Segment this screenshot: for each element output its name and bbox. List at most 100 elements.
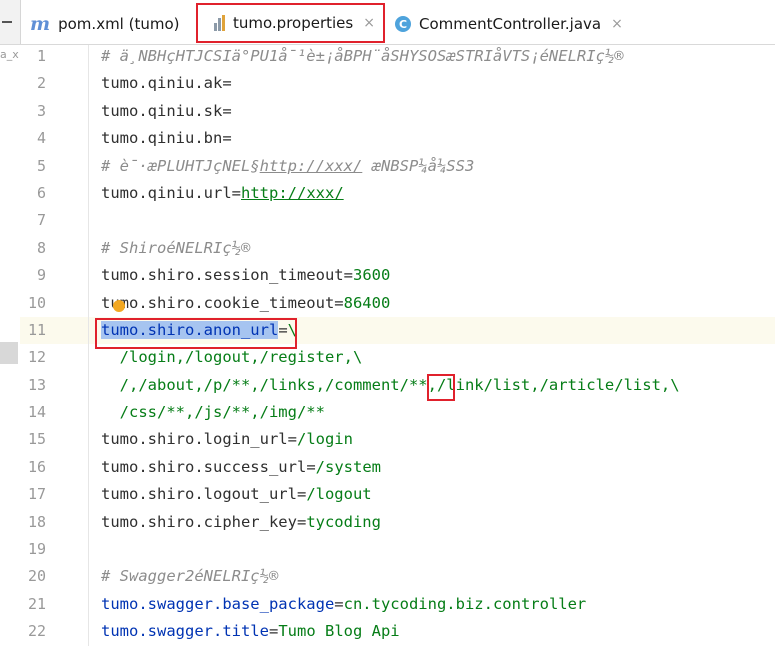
code-token: cn.tycoding.biz.controller bbox=[343, 594, 587, 613]
code-token: 3600 bbox=[352, 266, 391, 285]
code-token: = bbox=[343, 266, 353, 285]
code-text: tumo.qiniu.bn= bbox=[101, 125, 232, 152]
line-number: 9 bbox=[36, 266, 46, 285]
code-line[interactable]: 15 tumo.shiro.login_url=/login bbox=[0, 426, 775, 453]
code-line[interactable]: 6 tumo.qiniu.url=http://xxx/ bbox=[0, 180, 775, 207]
code-line[interactable]: 18 tumo.shiro.cipher_key=tycoding bbox=[0, 509, 775, 536]
code-token: tumo.qiniu.ak bbox=[101, 74, 223, 93]
tab-comment-controller[interactable]: C CommentController.java × bbox=[395, 4, 623, 44]
code-token: /,/about,/p/**,/links,/comment/**,/link/… bbox=[101, 375, 680, 394]
code-text: tumo.qiniu.url=http://xxx/ bbox=[101, 180, 344, 207]
line-number: 2 bbox=[36, 74, 46, 93]
code-line[interactable]: 3 tumo.qiniu.sk= bbox=[0, 98, 775, 125]
code-token: # è¯·æPLUHTJçNEL§ bbox=[101, 156, 260, 175]
code-line[interactable]: 4 tumo.qiniu.bn= bbox=[0, 125, 775, 152]
code-token: /login bbox=[296, 430, 353, 449]
code-token: = bbox=[222, 101, 232, 120]
code-line[interactable]: 11 tumo.shiro.anon_url=\ bbox=[0, 317, 775, 344]
code-token: /system bbox=[315, 457, 381, 476]
code-token: = bbox=[231, 183, 241, 202]
close-icon[interactable]: × bbox=[363, 15, 375, 31]
code-line[interactable]: 17 tumo.shiro.logout_url=/logout bbox=[0, 481, 775, 508]
editor-tab-bar: m pom.xml (tumo) tumo.properties × C Com… bbox=[0, 0, 775, 45]
maven-m-icon: m bbox=[30, 13, 51, 35]
code-text: # ä¸NBHçHTJCSIä°PU1å¯¹è±¡åBPH¨åSHYSOSæST… bbox=[101, 43, 624, 70]
code-text: tumo.shiro.cookie_timeout=86400 bbox=[101, 290, 390, 317]
minimize-icon[interactable] bbox=[2, 21, 12, 23]
code-token: tumo.qiniu.url bbox=[101, 183, 232, 202]
code-text: tumo.shiro.cipher_key=tycoding bbox=[101, 509, 381, 536]
code-token: tycoding bbox=[306, 512, 381, 531]
code-token: /login,/logout,/register,\ bbox=[101, 348, 363, 367]
code-line[interactable]: 16 tumo.shiro.success_url=/system bbox=[0, 454, 775, 481]
code-text: tumo.shiro.anon_url=\ bbox=[101, 317, 297, 344]
code-token: æNBSP¼å¼SS3 bbox=[362, 156, 475, 175]
code-text: tumo.swagger.title=Tumo Blog Api bbox=[101, 618, 400, 645]
code-line[interactable]: 7 bbox=[0, 207, 775, 234]
code-line[interactable]: 22 tumo.swagger.title=Tumo Blog Api bbox=[0, 618, 775, 645]
code-text: tumo.shiro.logout_url=/logout bbox=[101, 481, 372, 508]
java-class-icon: C bbox=[395, 16, 411, 32]
code-text: # ShiroéNELRIç½® bbox=[101, 235, 250, 262]
code-token: # ShiroéNELRIç½® bbox=[101, 238, 251, 257]
code-token: # Swagger2éNELRIç½® bbox=[101, 567, 279, 586]
code-line[interactable]: 13 /,/about,/p/**,/links,/comment/**,/li… bbox=[0, 372, 775, 399]
tab-label: pom.xml (tumo) bbox=[58, 15, 180, 33]
line-number: 21 bbox=[27, 594, 46, 613]
line-number: 11 bbox=[27, 320, 46, 339]
line-number: 5 bbox=[36, 156, 46, 175]
code-line[interactable]: 8 # ShiroéNELRIç½® bbox=[0, 235, 775, 262]
intention-bulb-icon[interactable] bbox=[113, 300, 125, 312]
code-text: tumo.shiro.login_url=/login bbox=[101, 426, 353, 453]
code-text: tumo.shiro.session_timeout=3600 bbox=[101, 262, 390, 289]
code-token: = bbox=[334, 293, 344, 312]
line-number: 10 bbox=[27, 293, 46, 312]
code-token: tumo.shiro.login_url bbox=[101, 430, 288, 449]
code-token: http://xxx/ bbox=[241, 183, 344, 202]
code-token: http://xxx/ bbox=[259, 156, 363, 175]
line-number: 22 bbox=[27, 622, 46, 641]
line-number: 18 bbox=[27, 512, 46, 531]
code-token: tumo.shiro.success_url bbox=[101, 457, 307, 476]
line-number: 8 bbox=[36, 238, 46, 257]
tab-tumo-properties[interactable]: tumo.properties × bbox=[196, 3, 385, 43]
line-number: 17 bbox=[27, 485, 46, 504]
line-number: 3 bbox=[36, 101, 46, 120]
project-panel-edge[interactable] bbox=[0, 0, 21, 44]
code-token: tumo.shiro.cookie_timeout bbox=[101, 293, 335, 312]
code-text: # Swagger2éNELRIç½® bbox=[101, 563, 278, 590]
code-line[interactable]: 1 # ä¸NBHçHTJCSIä°PU1å¯¹è±¡åBPH¨åSHYSOSæS… bbox=[0, 43, 775, 70]
line-number: 7 bbox=[36, 211, 46, 230]
code-token: = bbox=[268, 622, 279, 641]
code-line[interactable]: 5 # è¯·æPLUHTJçNEL§http://xxx/ æNBSP¼å¼SS… bbox=[0, 153, 775, 180]
tab-label: CommentController.java bbox=[419, 15, 602, 33]
code-token: tumo.shiro.logout_url bbox=[101, 485, 297, 504]
code-token: # ä¸NBHçHTJCSIä°PU1å¯¹è±¡åBPH¨åSHYSOSæST… bbox=[101, 47, 624, 65]
line-number: 14 bbox=[27, 403, 46, 422]
code-line[interactable]: 20 # Swagger2éNELRIç½® bbox=[0, 563, 775, 590]
code-token: = bbox=[296, 485, 307, 504]
code-token: = bbox=[222, 129, 232, 148]
code-token: = bbox=[334, 594, 344, 613]
code-line[interactable]: 14 /css/**,/js/**,/img/** bbox=[0, 399, 775, 426]
code-line[interactable]: 21 tumo.swagger.base_package=cn.tycoding.… bbox=[0, 591, 775, 618]
code-line[interactable]: 12 /login,/logout,/register,\ bbox=[0, 344, 775, 371]
line-number: 12 bbox=[27, 348, 46, 367]
code-text: # è¯·æPLUHTJçNEL§http://xxx/ æNBSP¼å¼SS3 bbox=[101, 153, 474, 180]
code-token: Tumo Blog Api bbox=[278, 622, 400, 641]
close-icon[interactable]: × bbox=[611, 16, 623, 32]
code-editor[interactable]: 1 # ä¸NBHçHTJCSIä°PU1å¯¹è±¡åBPH¨åSHYSOSæS… bbox=[0, 43, 775, 646]
code-token: /logout bbox=[306, 485, 372, 504]
code-token: = bbox=[222, 74, 232, 93]
code-line[interactable]: 9 tumo.shiro.session_timeout=3600 bbox=[0, 262, 775, 289]
code-line[interactable]: 2 tumo.qiniu.ak= bbox=[0, 70, 775, 97]
code-line[interactable]: 19 bbox=[0, 536, 775, 563]
code-text: /,/about,/p/**,/links,/comment/**,/link/… bbox=[101, 372, 680, 399]
properties-file-icon bbox=[214, 15, 225, 31]
tab-pom-xml[interactable]: m pom.xml (tumo) bbox=[30, 4, 180, 44]
code-text: tumo.qiniu.sk= bbox=[101, 98, 232, 125]
line-number: 16 bbox=[27, 457, 46, 476]
code-token: = bbox=[296, 512, 307, 531]
code-token: tumo.shiro.cipher_key bbox=[101, 512, 297, 531]
code-token: = bbox=[287, 430, 297, 449]
